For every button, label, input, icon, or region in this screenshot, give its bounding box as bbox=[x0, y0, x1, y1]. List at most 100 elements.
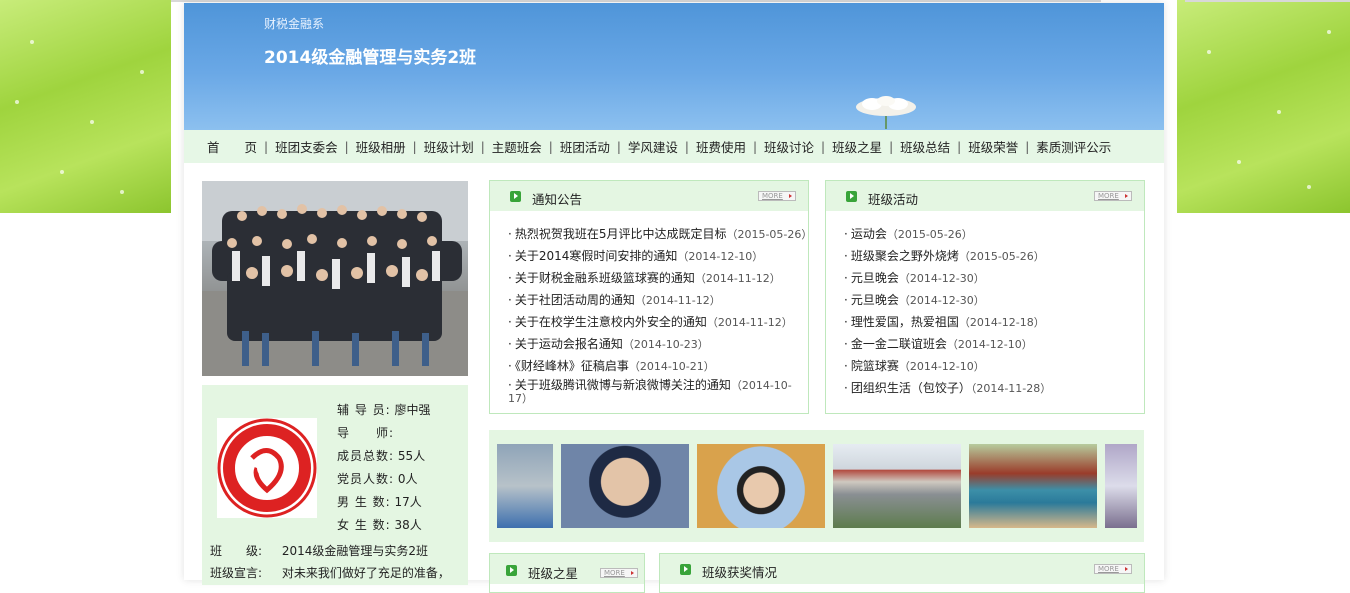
nav-item-album[interactable]: 班级相册 bbox=[356, 137, 406, 156]
play-icon bbox=[510, 191, 521, 202]
activities-title: 班级活动 bbox=[868, 192, 919, 207]
class-label: 班 级: bbox=[210, 544, 263, 558]
nav-separator: | bbox=[752, 139, 757, 154]
background-grass-left bbox=[0, 0, 171, 213]
male-label: 男 生 数: bbox=[337, 495, 391, 509]
activities-header: 班级活动 MORE bbox=[826, 181, 1144, 211]
tutor-row: 导 师: bbox=[337, 424, 394, 441]
gallery-photo[interactable] bbox=[697, 444, 825, 528]
list-item[interactable]: 关于运动会报名通知（2014-10-23） bbox=[508, 335, 812, 357]
nav-item-activities[interactable]: 班团活动 bbox=[560, 137, 610, 156]
nav-separator: | bbox=[616, 139, 621, 154]
awards-title: 班级获奖情况 bbox=[702, 565, 778, 580]
stars-title: 班级之星 bbox=[528, 566, 579, 581]
nav-item-theme-meeting[interactable]: 主题班会 bbox=[492, 137, 542, 156]
photo-gallery bbox=[489, 430, 1144, 542]
members-value: 55人 bbox=[397, 449, 426, 463]
list-item[interactable]: 元旦晚会（2014-12-30） bbox=[844, 269, 1051, 291]
list-item[interactable]: 关于财税金融系班级篮球赛的通知（2014-11-12） bbox=[508, 269, 812, 291]
nav-item-discussion[interactable]: 班级讨论 bbox=[764, 137, 814, 156]
stars-more-button[interactable]: MORE bbox=[600, 568, 638, 578]
female-row: 女 生 数: 38人 bbox=[337, 516, 422, 533]
play-icon bbox=[846, 191, 857, 202]
female-value: 38人 bbox=[394, 518, 422, 532]
gallery-photo[interactable] bbox=[497, 444, 553, 528]
notices-more-button[interactable]: MORE bbox=[758, 191, 796, 201]
list-item[interactable]: 院篮球赛（2014-12-10） bbox=[844, 357, 1051, 379]
top-border bbox=[171, 0, 1101, 2]
nav-separator: | bbox=[889, 139, 894, 154]
nav-separator: | bbox=[480, 139, 485, 154]
motto-row: 班级宣言: 对未来我们做好了充足的准备， bbox=[210, 564, 450, 581]
list-item[interactable]: 《财经峰林》征稿启事（2014-10-21） bbox=[508, 357, 812, 379]
nav-separator: | bbox=[548, 139, 553, 154]
motto-label: 班级宣言: bbox=[210, 566, 263, 580]
class-emblem bbox=[217, 418, 317, 518]
party-row: 党员人数: 0人 bbox=[337, 470, 418, 487]
list-item[interactable]: 运动会（2015-05-26） bbox=[844, 225, 1051, 247]
list-item[interactable]: 班级聚会之野外烧烤（2015-05-26） bbox=[844, 247, 1051, 269]
nav-item-fees[interactable]: 班费使用 bbox=[696, 137, 746, 156]
header-banner: 财税金融系 2014级金融管理与实务2班 bbox=[184, 3, 1164, 130]
male-row: 男 生 数: 17人 bbox=[337, 493, 422, 510]
play-icon bbox=[506, 565, 517, 576]
awards-panel: 班级获奖情况 MORE bbox=[659, 553, 1145, 593]
class-info-panel: 辅 导 员: 廖中强 导 师: 成员总数: 55人 党员人数: 0人 男 生 数… bbox=[202, 385, 468, 585]
nav-item-home[interactable]: 首 页 bbox=[207, 137, 257, 156]
top-border-right bbox=[1185, 0, 1350, 2]
class-row: 班 级: 2014级金融管理与实务2班 bbox=[210, 542, 428, 559]
nav-separator: | bbox=[821, 139, 826, 154]
counselor-row: 辅 导 员: 廖中强 bbox=[337, 401, 431, 418]
list-item[interactable]: 关于班级腾讯微博与新浪微博关注的通知（2014-10-17） bbox=[508, 379, 798, 407]
members-row: 成员总数: 55人 bbox=[337, 447, 425, 464]
nav-item-summary[interactable]: 班级总结 bbox=[900, 137, 950, 156]
list-item[interactable]: 理性爱国，热爱祖国（2014-12-18） bbox=[844, 313, 1051, 335]
class-title: 2014级金融管理与实务2班 bbox=[264, 48, 477, 68]
nav-separator: | bbox=[957, 139, 962, 154]
tutor-label: 导 师: bbox=[337, 426, 395, 440]
gallery-photo[interactable] bbox=[969, 444, 1097, 528]
nav-item-honors[interactable]: 班级荣誉 bbox=[968, 137, 1018, 156]
awards-more-button[interactable]: MORE bbox=[1094, 564, 1132, 574]
notices-header: 通知公告 MORE bbox=[490, 181, 808, 211]
emblem-image bbox=[217, 418, 317, 518]
notices-panel: 通知公告 MORE 热烈祝贺我班在5月评比中达成既定目标（2015-05-26）… bbox=[489, 180, 813, 414]
nav-separator: | bbox=[684, 139, 689, 154]
list-item[interactable]: 热烈祝贺我班在5月评比中达成既定目标（2015-05-26） bbox=[508, 225, 813, 247]
list-item[interactable]: 元旦晚会（2014-12-30） bbox=[844, 291, 1051, 313]
nav-item-plan[interactable]: 班级计划 bbox=[424, 137, 474, 156]
party-label: 党员人数: bbox=[337, 472, 395, 486]
gallery-photo[interactable] bbox=[833, 444, 961, 528]
flower-decoration bbox=[856, 96, 916, 129]
members-label: 成员总数: bbox=[337, 449, 395, 463]
list-item[interactable]: 关于在校学生注意校内外安全的通知（2014-11-12） bbox=[508, 313, 812, 335]
page-container: 财税金融系 2014级金融管理与实务2班 首 页 | 班团支委会 | 班级相册 … bbox=[184, 3, 1164, 593]
list-item[interactable]: 金一金二联谊班会（2014-12-10） bbox=[844, 335, 1051, 357]
counselor-label: 辅 导 员: bbox=[337, 403, 391, 417]
nav-separator: | bbox=[1025, 139, 1030, 154]
activities-more-button[interactable]: MORE bbox=[1094, 191, 1132, 201]
female-label: 女 生 数: bbox=[337, 518, 391, 532]
motto-link[interactable]: 对未来我们做好了充足的准备， bbox=[282, 566, 450, 580]
list-item[interactable]: 关于2014寒假时间安排的通知（2014-12-10） bbox=[508, 247, 812, 269]
nav-item-evaluation[interactable]: 素质测评公示 bbox=[1036, 137, 1111, 156]
background-grass-right bbox=[1177, 0, 1350, 213]
play-icon bbox=[680, 564, 691, 575]
gallery-photo[interactable] bbox=[1105, 444, 1137, 528]
stars-panel: 班级之星 MORE bbox=[489, 553, 645, 593]
nav-separator: | bbox=[412, 139, 417, 154]
activities-panel: 班级活动 MORE 运动会（2015-05-26） 班级聚会之野外烧烤（2015… bbox=[825, 180, 1145, 414]
nav-item-stars[interactable]: 班级之星 bbox=[832, 137, 882, 156]
nav-item-study-style[interactable]: 学风建设 bbox=[628, 137, 678, 156]
list-item[interactable]: 关于社团活动周的通知（2014-11-12） bbox=[508, 291, 812, 313]
class-group-photo bbox=[202, 181, 468, 376]
main-navigation: 首 页 | 班团支委会 | 班级相册 | 班级计划 | 主题班会 | 班团活动 … bbox=[184, 130, 1164, 163]
counselor-value: 廖中强 bbox=[394, 403, 431, 417]
list-item[interactable]: 团组织生活（包饺子）（2014-11-28） bbox=[844, 379, 1051, 401]
notices-title: 通知公告 bbox=[532, 192, 583, 207]
nav-item-committee[interactable]: 班团支委会 bbox=[275, 137, 338, 156]
male-value: 17人 bbox=[394, 495, 422, 509]
nav-separator: | bbox=[264, 139, 269, 154]
gallery-photo[interactable] bbox=[561, 444, 689, 528]
nav-separator: | bbox=[344, 139, 349, 154]
